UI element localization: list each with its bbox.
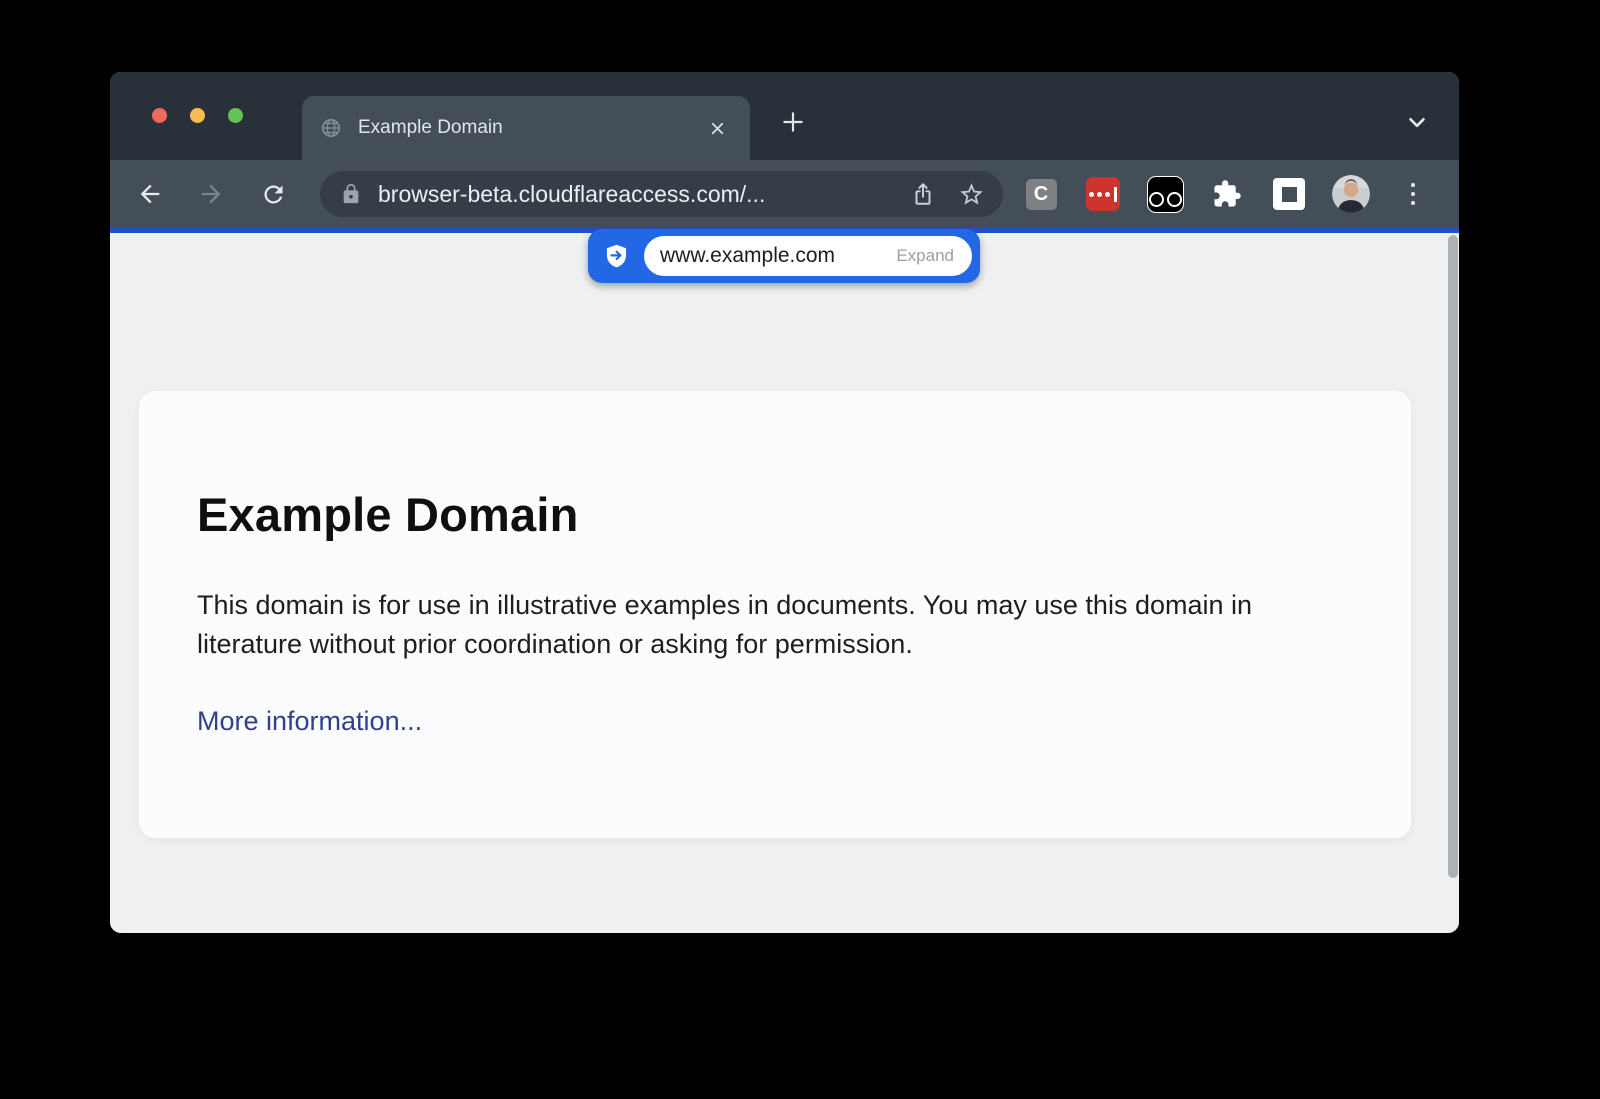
share-button[interactable] bbox=[903, 174, 943, 214]
expand-button[interactable]: Expand bbox=[896, 246, 954, 266]
extension-c-button[interactable]: C bbox=[1022, 175, 1060, 213]
extensions-row: C bbox=[1022, 160, 1432, 228]
chevron-down-icon bbox=[1404, 109, 1430, 135]
profile-avatar[interactable] bbox=[1332, 175, 1370, 213]
shield-arrow-icon bbox=[603, 243, 630, 270]
content-card: Example Domain This domain is for use in… bbox=[139, 391, 1411, 838]
tab-title: Example Domain bbox=[358, 117, 702, 139]
bookmark-button[interactable] bbox=[951, 174, 991, 214]
c-extension-icon: C bbox=[1026, 179, 1057, 210]
remote-browser-url-pill[interactable]: www.example.com Expand bbox=[588, 229, 980, 283]
address-bar[interactable]: browser-beta.cloudflareaccess.com/... bbox=[320, 171, 1003, 217]
share-icon bbox=[910, 181, 936, 207]
lock-icon[interactable] bbox=[340, 183, 362, 205]
browser-window: Example Domain bbox=[110, 72, 1459, 933]
browser-toolbar: browser-beta.cloudflareaccess.com/... C bbox=[110, 160, 1459, 228]
page-title: Example Domain bbox=[197, 487, 1341, 542]
reload-icon bbox=[260, 181, 287, 208]
tab-example-domain[interactable]: Example Domain bbox=[302, 96, 750, 160]
back-button[interactable] bbox=[133, 177, 167, 211]
browser-menu-button[interactable] bbox=[1394, 175, 1432, 213]
vertical-scrollbar[interactable] bbox=[1448, 235, 1458, 878]
plus-icon bbox=[780, 109, 806, 135]
new-tab-button[interactable] bbox=[774, 103, 812, 141]
close-tab-icon[interactable] bbox=[702, 113, 732, 143]
extension-sidepanel-button[interactable] bbox=[1270, 175, 1308, 213]
reload-button[interactable] bbox=[256, 177, 290, 211]
goggles-icon bbox=[1147, 176, 1184, 213]
page-paragraph: This domain is for use in illustrative e… bbox=[197, 586, 1341, 664]
isolated-host-field[interactable]: www.example.com Expand bbox=[644, 236, 972, 276]
puzzle-icon bbox=[1212, 179, 1242, 209]
arrow-right-icon bbox=[197, 180, 225, 208]
close-window-button[interactable] bbox=[152, 108, 167, 123]
tab-search-button[interactable] bbox=[1399, 104, 1435, 140]
url-text: browser-beta.cloudflareaccess.com/... bbox=[378, 181, 903, 208]
minimize-window-button[interactable] bbox=[190, 108, 205, 123]
isolated-host-text: www.example.com bbox=[660, 244, 896, 268]
extensions-menu-button[interactable] bbox=[1208, 175, 1246, 213]
extension-lastpass-button[interactable] bbox=[1084, 175, 1122, 213]
extension-goggles-button[interactable] bbox=[1146, 175, 1184, 213]
star-icon bbox=[958, 181, 985, 208]
tab-strip: Example Domain bbox=[110, 72, 1459, 160]
frame-square-icon bbox=[1273, 178, 1305, 210]
lastpass-icon bbox=[1086, 177, 1120, 211]
zoom-window-button[interactable] bbox=[228, 108, 243, 123]
globe-icon bbox=[320, 117, 342, 139]
avatar-photo bbox=[1332, 175, 1370, 213]
page-viewport: Example Domain This domain is for use in… bbox=[110, 233, 1459, 933]
forward-button[interactable] bbox=[194, 177, 228, 211]
arrow-left-icon bbox=[136, 180, 164, 208]
more-information-link[interactable]: More information... bbox=[197, 706, 422, 737]
kebab-menu-icon bbox=[1411, 183, 1416, 188]
